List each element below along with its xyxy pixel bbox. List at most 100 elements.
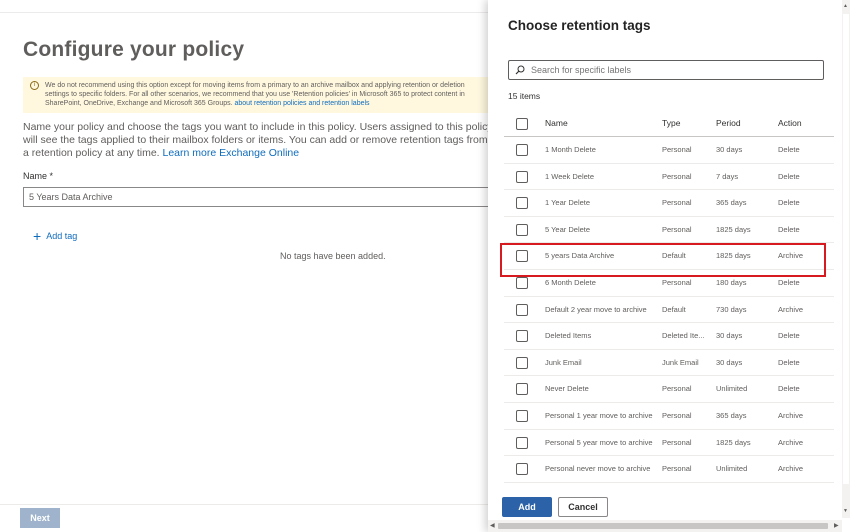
scroll-up-icon[interactable]: ▲ <box>843 3 848 9</box>
retention-tags-panel: Choose retention tags 15 items Name Type… <box>488 0 850 532</box>
row-name: 1 Year Delete <box>545 198 591 208</box>
row-name: Default 2 year move to archive <box>545 304 647 314</box>
add-tag-button[interactable]: + Add tag <box>33 228 78 244</box>
row-period: 1825 days <box>716 437 751 447</box>
empty-tags-message: No tags have been added. <box>280 251 386 261</box>
row-period: 30 days <box>716 331 743 341</box>
row-action: Delete <box>778 198 800 208</box>
exchange-online-link[interactable]: Exchange Online <box>219 147 299 159</box>
select-all-checkbox[interactable] <box>516 118 528 130</box>
search-input[interactable] <box>531 65 811 75</box>
header-divider <box>0 12 488 13</box>
row-period: 365 days <box>716 198 747 208</box>
row-period: 1825 days <box>716 251 751 261</box>
row-type: Personal <box>662 145 692 154</box>
row-action: Delete <box>778 277 800 287</box>
row-action: Archive <box>778 437 804 447</box>
row-type: Personal <box>662 384 692 394</box>
table-row[interactable]: Personal 5 year move to archive Personal 1… <box>504 430 834 457</box>
row-action: Delete <box>778 357 800 367</box>
policy-name-input[interactable] <box>23 187 493 207</box>
vertical-scroll-thumb[interactable] <box>843 14 849 484</box>
table-row[interactable]: Deleted Items Deleted Ite... 30 days Delete <box>504 323 834 350</box>
add-button[interactable]: Add <box>502 497 552 517</box>
row-period: Unlimited <box>716 464 748 474</box>
table-row[interactable]: 1 Month Delete Personal 30 days Delete <box>504 137 834 164</box>
row-name: 1 Month Delete <box>545 145 596 154</box>
row-period: 30 days <box>716 357 743 367</box>
column-header-period[interactable]: Period <box>716 110 772 136</box>
scroll-left-icon[interactable]: ◀ <box>490 522 495 529</box>
row-type: Junk Email <box>662 357 699 367</box>
row-type: Personal <box>662 198 692 208</box>
row-action: Delete <box>778 171 800 181</box>
row-checkbox[interactable] <box>516 409 528 422</box>
table-row[interactable]: 6 Month Delete Personal 180 days Delete <box>504 270 834 297</box>
row-action: Archive <box>778 410 804 420</box>
row-checkbox[interactable] <box>516 463 528 476</box>
table-row[interactable]: Junk Email Junk Email 30 days Delete <box>504 350 834 377</box>
table-row[interactable]: 5 Year Delete Personal 1825 days Delete <box>504 217 834 244</box>
retention-tags-table: Name Type Period Action 1 Month Delete Pe… <box>504 110 834 483</box>
row-type: Personal <box>662 464 692 474</box>
table-row[interactable]: Personal never move to archive Personal Un… <box>504 456 834 483</box>
row-type: Personal <box>662 410 692 420</box>
vertical-scrollbar[interactable]: ▲ ▼ <box>842 0 850 518</box>
row-checkbox[interactable] <box>516 436 528 449</box>
row-period: 180 days <box>716 277 747 287</box>
search-box[interactable] <box>508 60 824 80</box>
table-row[interactable]: Default 2 year move to archive Default 730… <box>504 297 834 324</box>
table-row[interactable]: Never Delete Personal Unlimited Delete <box>504 376 834 403</box>
row-type: Personal <box>662 171 692 181</box>
warning-message-bar: i We do not recommend using this option … <box>23 77 493 113</box>
table-row[interactable]: Personal 1 year move to archive Personal 3… <box>504 403 834 430</box>
footer-divider <box>0 504 488 505</box>
warning-link[interactable]: about retention policies and retention l… <box>235 100 370 107</box>
add-tag-label: Add tag <box>46 231 78 241</box>
row-type: Personal <box>662 437 692 447</box>
table-row[interactable]: 1 Week Delete Personal 7 days Delete <box>504 164 834 191</box>
scroll-right-icon[interactable]: ▶ <box>834 522 839 529</box>
row-action: Archive <box>778 304 804 314</box>
row-action: Delete <box>778 224 800 234</box>
row-name: 5 years Data Archive <box>545 251 615 261</box>
row-name: Never Delete <box>545 384 589 394</box>
horizontal-scroll-thumb[interactable] <box>498 523 828 529</box>
row-period: 30 days <box>716 145 743 154</box>
row-type: Deleted Ite... <box>662 331 705 341</box>
row-checkbox[interactable] <box>516 303 528 316</box>
next-button[interactable]: Next <box>20 508 60 528</box>
row-checkbox[interactable] <box>516 250 528 263</box>
row-name: Personal 5 year move to archive <box>545 437 653 447</box>
name-field-label: Name * <box>23 171 54 181</box>
cancel-button[interactable]: Cancel <box>558 497 608 517</box>
row-checkbox[interactable] <box>516 276 528 289</box>
row-checkbox[interactable] <box>516 356 528 369</box>
row-checkbox[interactable] <box>516 330 528 343</box>
item-count: 15 items <box>508 91 541 101</box>
row-checkbox[interactable] <box>516 383 528 396</box>
row-period: 1825 days <box>716 224 751 234</box>
horizontal-scrollbar[interactable]: ◀ ▶ <box>488 520 842 532</box>
table-row[interactable]: 1 Year Delete Personal 365 days Delete <box>504 190 834 217</box>
table-row[interactable]: 5 years Data Archive Default 1825 days Arch… <box>504 243 834 270</box>
column-header-type[interactable]: Type <box>662 110 710 136</box>
row-period: 365 days <box>716 410 747 420</box>
row-checkbox[interactable] <box>516 197 528 210</box>
row-action: Delete <box>778 384 800 394</box>
row-type: Personal <box>662 277 692 287</box>
row-checkbox[interactable] <box>516 223 528 236</box>
row-checkbox[interactable] <box>516 144 528 156</box>
policy-description: Name your policy and choose the tags you… <box>23 121 493 160</box>
row-checkbox[interactable] <box>516 170 528 183</box>
row-action: Delete <box>778 331 800 341</box>
column-header-name[interactable]: Name <box>545 110 657 136</box>
scroll-down-icon[interactable]: ▼ <box>843 508 848 514</box>
plus-icon: + <box>33 228 42 244</box>
row-period: 730 days <box>716 304 747 314</box>
row-name: Junk Email <box>545 357 582 367</box>
info-icon: i <box>30 81 39 90</box>
column-header-action[interactable]: Action <box>778 110 828 136</box>
row-action: Archive <box>778 251 804 261</box>
learn-more-link[interactable]: Learn more <box>163 147 217 159</box>
